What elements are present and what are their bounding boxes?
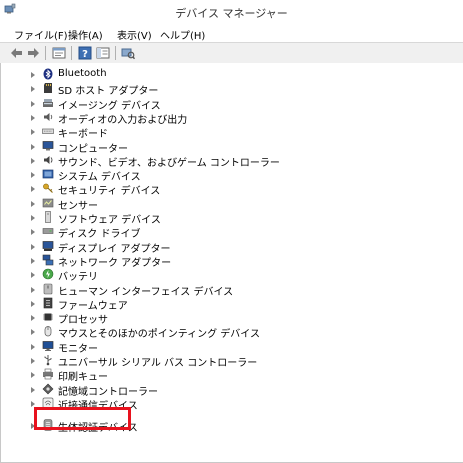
toolbar-separator	[71, 46, 72, 60]
tree-item-label: 印刷キュー	[58, 372, 108, 384]
expand-arrow-icon[interactable]	[31, 286, 35, 293]
expand-arrow-icon[interactable]	[31, 129, 35, 136]
expand-arrow-icon[interactable]	[31, 343, 35, 350]
menu-help[interactable]: ヘルプ(H)	[160, 27, 205, 42]
tree-item-label: キーボード	[58, 129, 108, 141]
expand-arrow-icon[interactable]	[31, 300, 35, 307]
view-icon[interactable]	[96, 46, 110, 60]
tree-item-label: SD ホスト アダプター	[58, 86, 159, 98]
toolbar-separator	[115, 46, 116, 60]
expand-arrow-icon[interactable]	[31, 100, 35, 107]
tree-item-label: ファームウェア	[58, 300, 128, 312]
network-adapter-icon	[42, 254, 54, 266]
tree-item-label: サウンド、ビデオ、およびゲーム コントローラー	[58, 157, 280, 169]
firmware-icon	[43, 297, 53, 309]
tree-item-label: ネットワーク アダプター	[58, 257, 172, 269]
battery-icon	[42, 268, 54, 280]
expand-arrow-icon[interactable]	[31, 400, 35, 407]
expand-arrow-icon[interactable]	[31, 358, 35, 364]
tree-item-label: マウスとそのほかのポインティング デバイス	[58, 329, 260, 341]
scan-hardware-icon[interactable]	[121, 46, 135, 60]
usb-icon	[44, 355, 52, 366]
tree-item-label: プロセッサ	[58, 315, 108, 327]
expand-arrow-icon[interactable]	[31, 315, 35, 322]
tree-item-label: ディスク ドライブ	[58, 229, 141, 241]
expand-arrow-icon[interactable]	[31, 200, 35, 207]
sd-host-adapter-icon	[44, 83, 52, 94]
tree-item-label: 記憶域コントローラー	[58, 386, 158, 398]
expand-arrow-icon[interactable]	[31, 243, 35, 250]
help-icon[interactable]: ?	[78, 46, 92, 60]
expand-arrow-icon[interactable]	[31, 143, 35, 150]
tree-item-label: センサー	[58, 200, 98, 212]
menu-action[interactable]: 操作(A)	[68, 27, 103, 42]
expand-arrow-icon[interactable]	[31, 114, 35, 121]
tree-item-label: システム デバイス	[58, 172, 141, 184]
expand-arrow-icon[interactable]	[31, 72, 35, 78]
print-queue-icon	[43, 368, 53, 380]
menu-bar: ファイル(F) 操作(A) 表示(V) ヘルプ(H)	[0, 24, 463, 42]
mouse-icon	[44, 326, 52, 337]
tree-item-label: ユニバーサル シリアル バス コントローラー	[58, 358, 258, 369]
expand-arrow-icon[interactable]	[31, 229, 35, 236]
expand-arrow-icon[interactable]	[31, 272, 35, 279]
menu-view[interactable]: 表示(V)	[117, 27, 152, 42]
toolbar-separator	[45, 46, 46, 60]
tree-item-label: イメージング デバイス	[58, 100, 161, 112]
menu-file[interactable]: ファイル(F)	[14, 27, 68, 42]
tree-item-label: モニター	[58, 343, 98, 355]
svg-text:?: ?	[82, 49, 88, 60]
expand-arrow-icon[interactable]	[31, 215, 35, 221]
software-device-icon	[45, 211, 51, 223]
expand-arrow-icon[interactable]	[31, 386, 35, 393]
title-bar: デバイス マネージャー	[0, 0, 463, 24]
expand-arrow-icon[interactable]	[31, 157, 35, 164]
keyboard-icon	[42, 128, 54, 135]
expand-arrow-icon[interactable]	[31, 86, 35, 93]
storage-controller-icon	[42, 383, 54, 395]
display-adapter-icon	[42, 240, 54, 251]
tree-item-label: セキュリティ デバイス	[58, 186, 161, 198]
tree-item-label: ディスプレイ アダプター	[58, 243, 171, 255]
expand-arrow-icon[interactable]	[31, 372, 35, 379]
sound-icon	[44, 155, 53, 164]
forward-arrow-icon[interactable]	[26, 46, 40, 60]
tree-item-label: ヒューマン インターフェイス デバイス	[58, 286, 234, 298]
window-title: デバイス マネージャー	[175, 7, 288, 20]
tree-item-label: Bluetooth	[58, 68, 107, 79]
expand-arrow-icon[interactable]	[31, 257, 35, 264]
hid-icon	[43, 283, 53, 294]
disk-drive-icon	[42, 228, 54, 235]
tree-item-label: ソフトウェア デバイス	[58, 215, 161, 226]
audio-icon	[44, 112, 53, 121]
system-device-icon	[42, 169, 54, 179]
device-tree-panel: Bluetooth SD ホスト アダプター イメージング デバイス オーディオ…	[0, 63, 463, 463]
back-arrow-icon[interactable]	[10, 46, 24, 60]
security-device-icon	[43, 183, 53, 194]
tree-item-label: コンピューター	[58, 143, 128, 155]
bluetooth-icon	[43, 68, 53, 80]
properties-icon[interactable]	[52, 46, 66, 60]
expand-arrow-icon[interactable]	[31, 329, 35, 336]
expand-arrow-icon[interactable]	[31, 172, 35, 179]
toolbar: ?	[0, 42, 463, 64]
expand-arrow-icon[interactable]	[31, 186, 35, 193]
monitor-icon	[42, 340, 54, 351]
computer-icon	[42, 140, 54, 150]
tree-item-label: バッテリ	[58, 272, 98, 284]
processor-icon	[43, 313, 53, 321]
sensor-icon	[42, 198, 54, 207]
tree-item-label: オーディオの入力および出力	[58, 114, 188, 126]
imaging-device-icon	[43, 98, 53, 107]
highlight-box	[34, 407, 131, 430]
